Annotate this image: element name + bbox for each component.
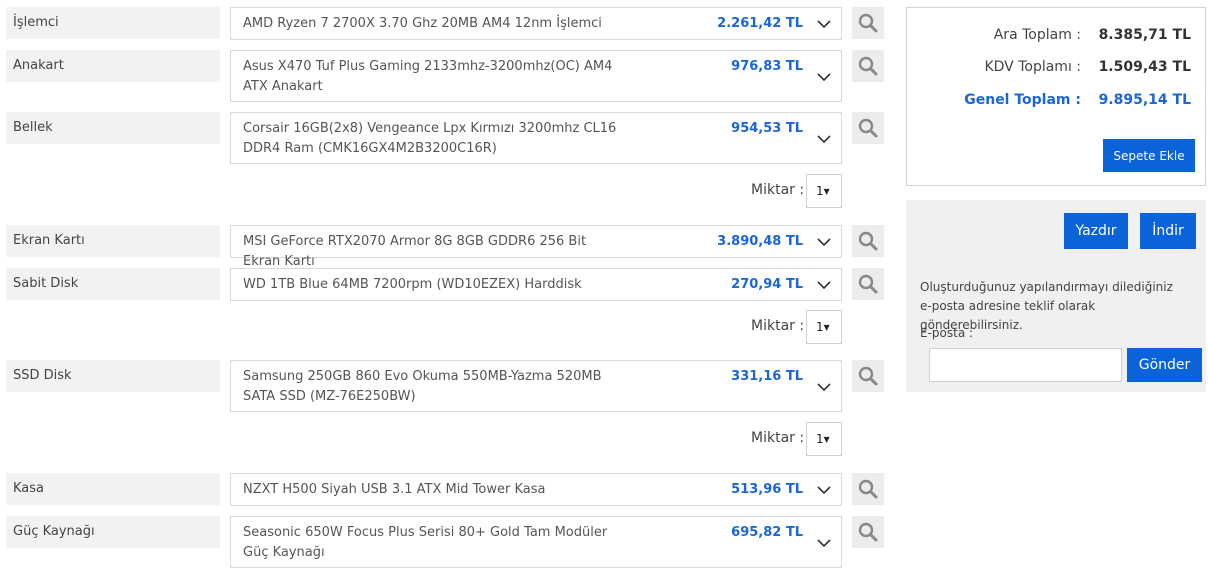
search-button[interactable] — [852, 516, 884, 548]
search-icon — [858, 118, 878, 138]
grand-total-label: Genel Toplam : — [964, 92, 1081, 108]
dropdown-arrow-icon: ▾ — [823, 432, 830, 446]
add-to-cart-button[interactable]: Sepete Ekle — [1103, 139, 1195, 172]
quantity-select[interactable]: 1▾ — [806, 174, 842, 208]
category-label: Kasa — [6, 473, 220, 505]
product-select[interactable]: NZXT H500 Siyah USB 3.1 ATX Mid Tower Ka… — [230, 473, 842, 506]
totals-panel: Ara Toplam : 8.385,71 TL KDV Toplamı : 1… — [906, 7, 1206, 186]
product-name: Seasonic 650W Focus Plus Serisi 80+ Gold… — [243, 525, 608, 560]
product-select[interactable]: Seasonic 650W Focus Plus Serisi 80+ Gold… — [230, 516, 842, 568]
chevron-down-icon[interactable] — [815, 68, 833, 86]
category-label: Anakart — [6, 50, 220, 82]
quantity-label: Miktar : — [751, 430, 805, 446]
dropdown-arrow-icon: ▾ — [823, 320, 830, 334]
product-price: 3.890,48 TL — [717, 234, 803, 249]
product-select[interactable]: Corsair 16GB(2x8) Vengeance Lpx Kırmızı … — [230, 112, 842, 164]
quantity-value: 1 — [816, 184, 824, 198]
search-icon — [858, 56, 878, 76]
quantity-select[interactable]: 1▾ — [806, 310, 842, 344]
dropdown-arrow-icon: ▾ — [823, 184, 830, 198]
category-label: İşlemci — [6, 7, 220, 39]
product-price: 331,16 TL — [731, 369, 803, 384]
product-name: NZXT H500 Siyah USB 3.1 ATX Mid Tower Ka… — [243, 482, 546, 497]
product-select[interactable]: MSI GeForce RTX2070 Armor 8G 8GB GDDR6 2… — [230, 225, 842, 269]
subtotal-label: Ara Toplam : — [993, 27, 1081, 43]
chevron-down-icon[interactable] — [815, 534, 833, 552]
chevron-down-icon[interactable] — [815, 481, 833, 499]
search-icon — [858, 274, 878, 294]
category-label: Bellek — [6, 112, 220, 144]
product-name: Corsair 16GB(2x8) Vengeance Lpx Kırmızı … — [243, 121, 617, 156]
print-button[interactable]: Yazdır — [1064, 213, 1128, 249]
search-button[interactable] — [852, 225, 884, 257]
share-panel: Yazdır İndir Oluşturduğunuz yapılandırma… — [906, 200, 1206, 392]
category-label: Güç Kaynağı — [6, 516, 220, 548]
category-label: SSD Disk — [6, 360, 220, 392]
search-button[interactable] — [852, 360, 884, 392]
chevron-down-icon[interactable] — [815, 276, 833, 294]
vat-label: KDV Toplamı : — [984, 59, 1081, 75]
product-price: 270,94 TL — [731, 277, 803, 292]
search-button[interactable] — [852, 268, 884, 300]
category-label: Sabit Disk — [6, 268, 220, 300]
product-price: 513,96 TL — [731, 482, 803, 497]
product-price: 2.261,42 TL — [717, 16, 803, 31]
search-button[interactable] — [852, 473, 884, 505]
subtotal-value: 8.385,71 TL — [1098, 27, 1191, 43]
product-select[interactable]: AMD Ryzen 7 2700X 3.70 Ghz 20MB AM4 12nm… — [230, 7, 842, 40]
download-button[interactable]: İndir — [1140, 213, 1196, 249]
product-name: AMD Ryzen 7 2700X 3.70 Ghz 20MB AM4 12nm… — [243, 16, 602, 31]
product-name: WD 1TB Blue 64MB 7200rpm (WD10EZEX) Hard… — [243, 277, 582, 292]
email-input[interactable] — [929, 348, 1122, 382]
chevron-down-icon[interactable] — [815, 15, 833, 33]
search-button[interactable] — [852, 112, 884, 144]
quantity-select[interactable]: 1▾ — [806, 422, 842, 456]
search-icon — [858, 522, 878, 542]
chevron-down-icon[interactable] — [815, 233, 833, 251]
search-icon — [858, 366, 878, 386]
product-select[interactable]: WD 1TB Blue 64MB 7200rpm (WD10EZEX) Hard… — [230, 268, 842, 301]
quantity-value: 1 — [816, 432, 824, 446]
quantity-label: Miktar : — [751, 182, 805, 198]
quantity-value: 1 — [816, 320, 824, 334]
product-name: Asus X470 Tuf Plus Gaming 2133mhz-3200mh… — [243, 59, 613, 94]
send-button[interactable]: Gönder — [1127, 348, 1202, 382]
grand-total-value: 9.895,14 TL — [1098, 92, 1191, 108]
quantity-label: Miktar : — [751, 318, 805, 334]
search-icon — [858, 479, 878, 499]
product-name: MSI GeForce RTX2070 Armor 8G 8GB GDDR6 2… — [243, 234, 587, 269]
product-price: 695,82 TL — [731, 525, 803, 540]
category-label: Ekran Kartı — [6, 225, 220, 257]
product-name: Samsung 250GB 860 Evo Okuma 550MB-Yazma … — [243, 369, 602, 404]
chevron-down-icon[interactable] — [815, 130, 833, 148]
vat-value: 1.509,43 TL — [1098, 59, 1191, 75]
search-icon — [858, 13, 878, 33]
product-price: 976,83 TL — [731, 59, 803, 74]
search-button[interactable] — [852, 7, 884, 39]
email-label: E-posta : — [920, 326, 974, 340]
product-select[interactable]: Samsung 250GB 860 Evo Okuma 550MB-Yazma … — [230, 360, 842, 412]
search-button[interactable] — [852, 50, 884, 82]
product-select[interactable]: Asus X470 Tuf Plus Gaming 2133mhz-3200mh… — [230, 50, 842, 102]
search-icon — [858, 231, 878, 251]
product-price: 954,53 TL — [731, 121, 803, 136]
chevron-down-icon[interactable] — [815, 378, 833, 396]
